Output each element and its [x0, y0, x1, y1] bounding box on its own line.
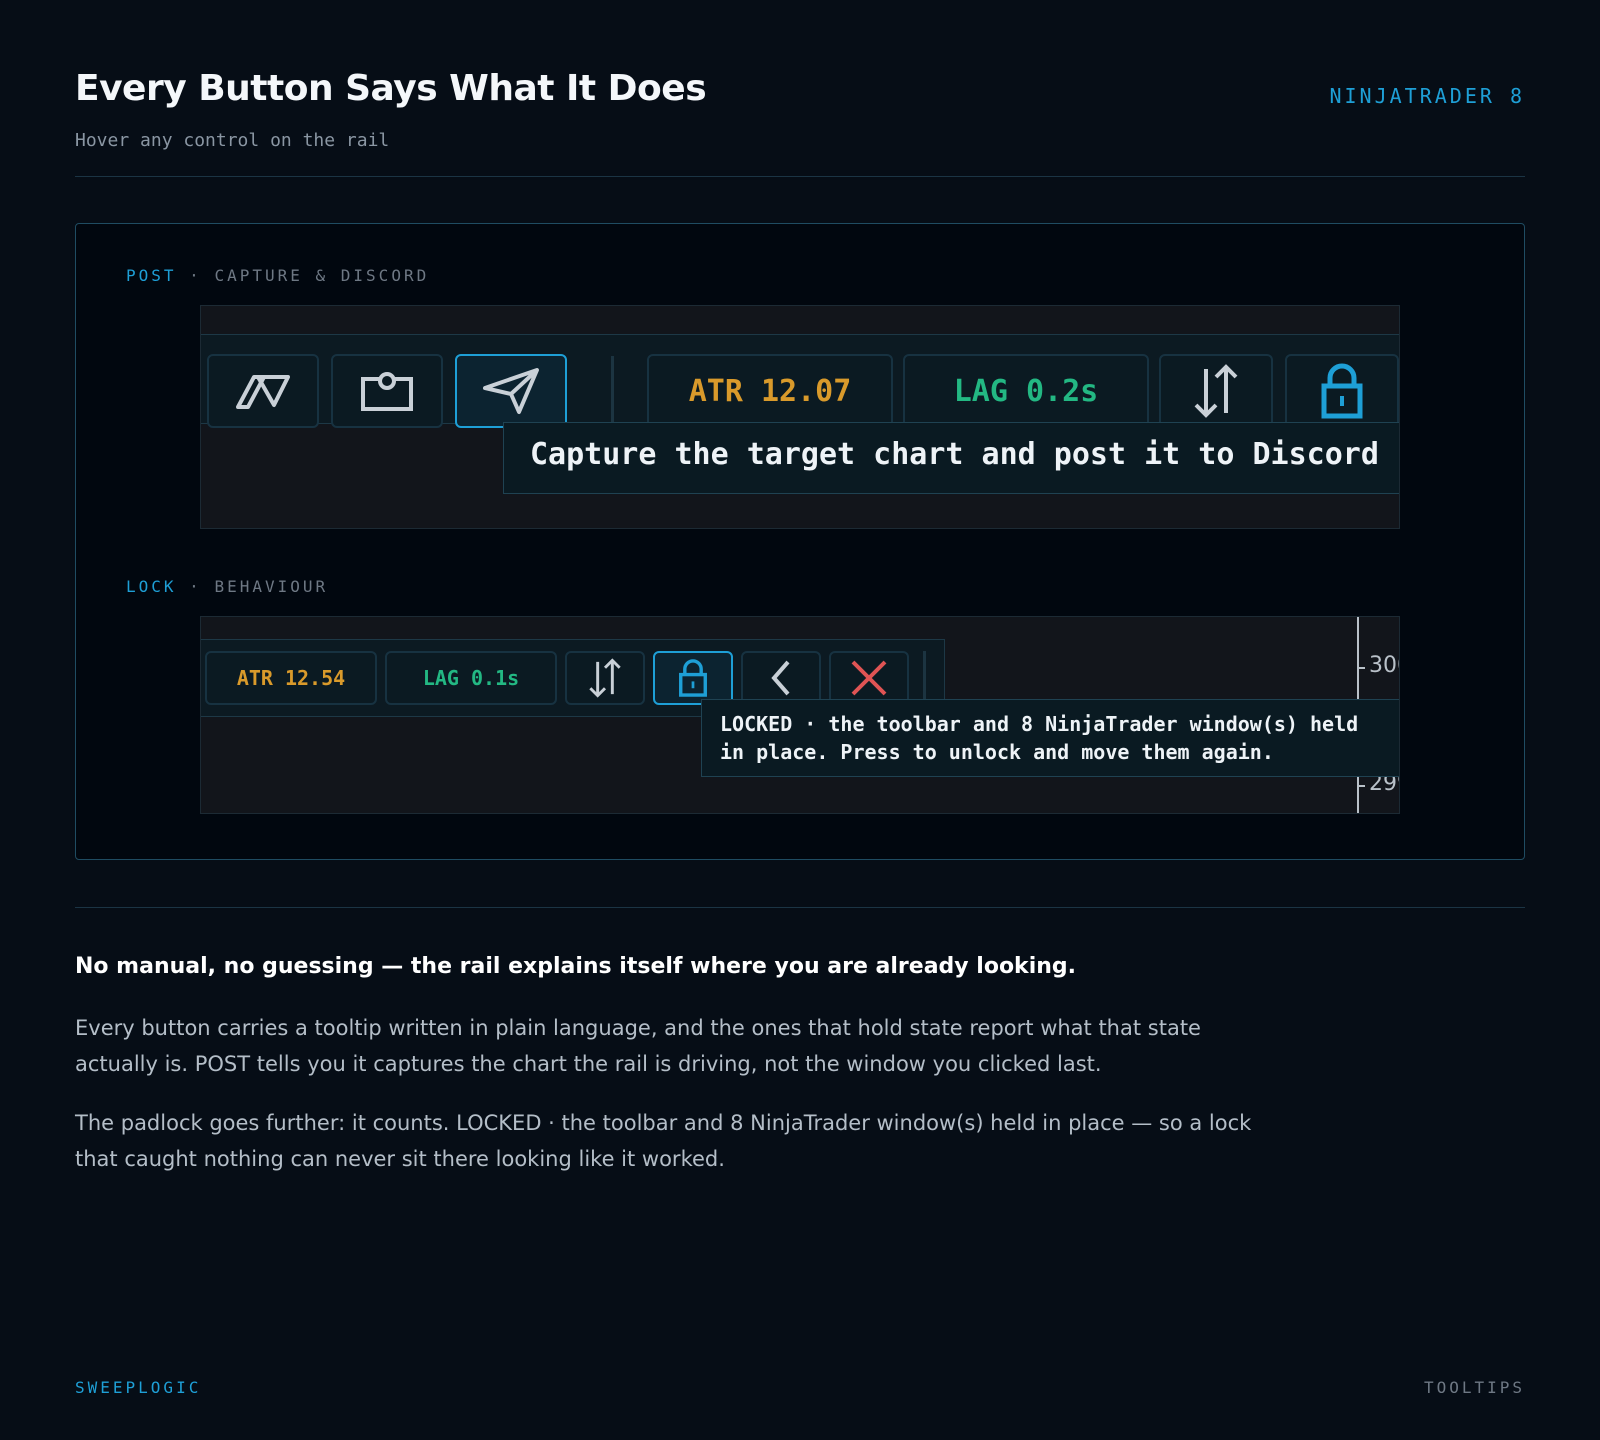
- brand-label: NINJATRADER 8: [1329, 84, 1525, 108]
- lock-section-label: LOCK · BEHAVIOUR: [126, 577, 328, 596]
- atr-readout: ATR 12.54: [205, 651, 377, 705]
- post-tooltip-text: Capture the target chart and post it to …: [530, 437, 1379, 472]
- lock-section-key: LOCK: [126, 577, 177, 596]
- sort-button[interactable]: [565, 651, 645, 705]
- toolbar-separator: [611, 356, 614, 422]
- page-header: Every Button Says What It Does NINJATRAD…: [75, 68, 1525, 109]
- price-axis-tick: [1357, 667, 1365, 669]
- section-divider: [75, 907, 1525, 908]
- toolbar-separator: [923, 651, 926, 705]
- lag-value: LAG 0.2s: [953, 373, 1099, 409]
- header-divider: [75, 176, 1525, 177]
- up-down-arrows-icon: [589, 658, 621, 698]
- draw-tools-button[interactable]: [207, 354, 319, 428]
- lock-section-title: BEHAVIOUR: [214, 577, 329, 596]
- lock-tooltip-line1: LOCKED · the toolbar and 8 NinjaTrader w…: [720, 712, 1359, 736]
- paper-plane-icon: [483, 368, 539, 414]
- post-section-key: POST: [126, 266, 177, 285]
- lock-tooltip-line2: in place. Press to unlock and move them …: [720, 740, 1274, 764]
- footer-section-label: TOOLTIPS: [1423, 1378, 1525, 1397]
- padlock-icon: [1321, 363, 1363, 419]
- close-button[interactable]: [829, 651, 909, 705]
- up-down-arrows-icon: [1194, 364, 1238, 418]
- post-section-separator: ·: [189, 266, 202, 285]
- footer-brand: SWEEPLOGIC: [75, 1378, 202, 1397]
- close-x-icon: [851, 660, 887, 696]
- page-title: Every Button Says What It Does: [75, 68, 707, 109]
- lock-section-separator: ·: [189, 577, 202, 596]
- padlock-icon: [679, 659, 707, 697]
- lag-value: LAG 0.1s: [422, 666, 520, 690]
- body-heading: No manual, no guessing — the rail explai…: [75, 954, 1076, 979]
- chevron-left-icon: [771, 660, 790, 696]
- post-discord-button[interactable]: [455, 354, 567, 428]
- post-tooltip: Capture the target chart and post it to …: [503, 422, 1399, 494]
- post-section-label: POST · CAPTURE & DISCORD: [126, 266, 429, 285]
- atr-value: ATR 12.07: [688, 373, 852, 409]
- lag-readout: LAG 0.1s: [385, 651, 557, 705]
- sort-button[interactable]: [1159, 354, 1273, 428]
- body-paragraph-1: Every button carries a tooltip written i…: [75, 1016, 1201, 1076]
- camera-icon: [361, 372, 413, 411]
- lock-screenshot-frame: ATR 12.54 LAG 0.1s 300 299: [200, 616, 1400, 814]
- back-button[interactable]: [741, 651, 821, 705]
- lag-readout: LAG 0.2s: [903, 354, 1149, 428]
- page-subtitle: Hover any control on the rail: [75, 130, 390, 151]
- camera-button[interactable]: [331, 354, 443, 428]
- lock-button[interactable]: [1285, 354, 1399, 428]
- price-axis-tick: [1357, 785, 1365, 787]
- lock-tooltip: LOCKED · the toolbar and 8 NinjaTrader w…: [701, 699, 1399, 777]
- lock-button[interactable]: [653, 651, 733, 705]
- price-axis-label-300: 300: [1369, 653, 1399, 678]
- triangle-shapes-icon: [236, 375, 290, 409]
- body-paragraph-2: The padlock goes further: it counts. LOC…: [75, 1111, 1252, 1171]
- post-section-title: CAPTURE & DISCORD: [214, 266, 430, 285]
- atr-value: ATR 12.54: [236, 666, 346, 690]
- post-screenshot-frame: ATR 12.07 LAG 0.2s Capture the target ch…: [200, 305, 1400, 529]
- atr-readout: ATR 12.07: [647, 354, 893, 428]
